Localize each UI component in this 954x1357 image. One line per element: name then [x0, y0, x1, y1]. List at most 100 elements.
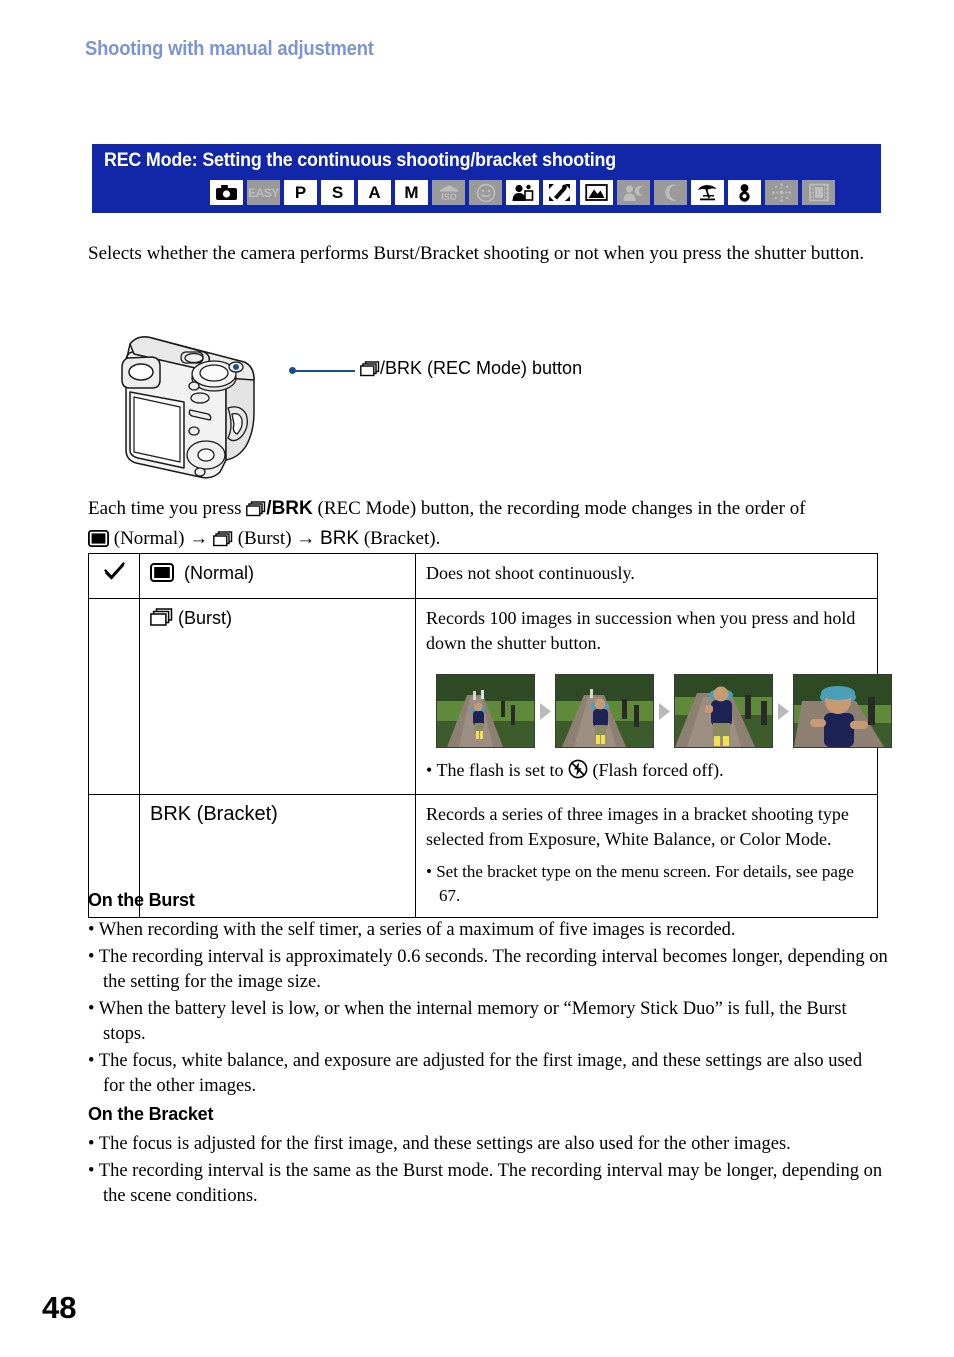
- mode-chip-aperture-priority: A: [358, 180, 391, 205]
- mode-icon-strip: EASY P S A M ISO: [210, 180, 835, 205]
- table-row: BRK (Bracket) Records a series of three …: [88, 794, 878, 918]
- burst-photo-3: [674, 674, 773, 748]
- row-checkmark-cell: [88, 598, 140, 795]
- burst-stack-icon: [213, 528, 233, 555]
- burst-flash-note-prefix: • The flash is set to: [426, 760, 568, 780]
- mode-chip-smile-shutter: [469, 180, 502, 205]
- banner-title: REC Mode: Setting the continuous shootin…: [104, 150, 616, 171]
- snowman-icon: [739, 184, 750, 202]
- normal-mode-label-wrap: (Normal): [150, 563, 254, 583]
- mode-chip-shutter-priority: S: [321, 180, 354, 205]
- section-heading-on-the-burst: On the Burst: [88, 890, 195, 910]
- mode-chip-easy-label: EASY: [248, 185, 279, 200]
- list-item: • The focus, white balance, and exposure…: [88, 1051, 863, 1096]
- list-item: • When the battery level is low, or when…: [88, 999, 847, 1044]
- section-list-on-the-bracket: • The focus is adjusted for the first im…: [88, 1132, 888, 1211]
- intro-paragraph: Selects whether the camera performs Burs…: [88, 243, 865, 264]
- mode-chip-soft-snap: [506, 180, 539, 205]
- arrow-right-icon: [658, 702, 670, 720]
- mode-chip-beach: [691, 180, 724, 205]
- callout-leader-line: [293, 370, 355, 372]
- burst-description-text: Records 100 images in succession when yo…: [426, 608, 856, 653]
- order-burst-text: (Burst): [232, 528, 297, 549]
- mode-chip-twilight: [654, 180, 687, 205]
- list-item: • The recording interval is the same as …: [88, 1161, 883, 1206]
- callout-label: /BRK (REC Mode) button: [360, 358, 582, 382]
- order-brk-text: /BRK: [266, 498, 313, 519]
- portrait-icon: [512, 184, 534, 201]
- burst-stack-icon: [246, 498, 266, 525]
- page-number: 48: [42, 1290, 77, 1325]
- mode-chip-shutter-priority-label: S: [331, 183, 344, 202]
- sequence-arrow: [654, 702, 674, 721]
- order-normal-text: (Normal): [109, 528, 185, 549]
- row-checkmark-cell: [88, 553, 140, 599]
- table-row: (Normal) Does not shoot continuously.: [88, 553, 878, 599]
- sports-icon: [549, 184, 570, 201]
- burst-photo-sequence: [436, 674, 892, 748]
- moon-icon: [664, 184, 677, 201]
- burst-flash-note-suffix: (Flash forced off).: [587, 760, 724, 780]
- mode-chip-auto-camera: [210, 180, 243, 205]
- burst-photo-2: [555, 674, 654, 748]
- mode-chip-movie: [802, 180, 835, 205]
- list-item: • The recording interval is approximatel…: [88, 947, 888, 992]
- section-banner: REC Mode: Setting the continuous shootin…: [92, 144, 881, 213]
- iso-icon: ISO: [439, 185, 458, 202]
- mode-chip-program-label: P: [294, 183, 307, 202]
- page-running-head: Shooting with manual adjustment: [85, 38, 374, 60]
- callout-label-text: /BRK (REC Mode) button: [380, 358, 583, 378]
- sequence-arrow: [773, 702, 793, 721]
- mode-chip-manual-label: M: [404, 183, 419, 202]
- sequence-arrow: [535, 702, 555, 721]
- normal-mode-label: (Normal): [184, 563, 255, 583]
- svg-text:ISO: ISO: [441, 192, 457, 202]
- mode-order-paragraph: Each time you press /BRK (REC Mode) butt…: [87, 495, 888, 555]
- order-bracket-text: BRK: [320, 528, 360, 549]
- order-lead-text: Each time you press: [88, 498, 247, 519]
- order-mid-text: (REC Mode) button, the recording mode ch…: [312, 498, 806, 519]
- camera-illustration: [121, 336, 255, 479]
- table-row: (Burst) Records 100 images in succession…: [88, 598, 892, 795]
- camera-icon: [216, 185, 237, 200]
- burst-photo-1: [436, 674, 535, 748]
- row-description-cell: Records a series of three images in a br…: [415, 794, 878, 918]
- row-mode-cell: (Burst): [139, 598, 416, 795]
- mode-chip-landscape: [580, 180, 613, 205]
- section-heading-on-the-bracket: On the Bracket: [88, 1104, 214, 1124]
- callout-anchor-dot: [289, 367, 296, 374]
- mode-chip-program: P: [284, 180, 317, 205]
- order-arrow-1: →: [189, 528, 209, 549]
- bracket-bullet-1: • Set the bracket type on the menu scree…: [426, 862, 854, 905]
- mode-chip-twilight-portrait: [617, 180, 650, 205]
- burst-mode-label: (Burst): [178, 608, 233, 628]
- burst-mode-label-wrap: (Burst): [150, 608, 232, 628]
- fireworks-icon: [772, 183, 791, 202]
- mode-chip-easy: EASY: [247, 180, 280, 205]
- burst-stack-icon: [150, 608, 173, 634]
- bracket-description-text: Records a series of three images in a br…: [426, 804, 849, 849]
- arrow-right-icon: [539, 702, 551, 720]
- landscape-icon: [585, 184, 608, 201]
- mode-chip-manual: M: [395, 180, 428, 205]
- row-description-cell: Records 100 images in succession when yo…: [415, 598, 892, 795]
- bracket-mode-label: BRK (Bracket): [150, 803, 278, 825]
- twilight-portrait-icon: [623, 185, 643, 201]
- mode-chip-snow: [728, 180, 761, 205]
- smile-icon: [476, 183, 495, 202]
- burst-flash-note: • The flash is set to (Flash forced off)…: [426, 758, 867, 785]
- mode-chip-high-sensitivity: ISO: [432, 180, 465, 205]
- normal-frame-icon: [87, 528, 110, 555]
- order-arrow-2: →: [296, 528, 316, 549]
- beach-icon: [698, 185, 717, 201]
- mode-chip-fireworks: [765, 180, 798, 205]
- mode-chip-aperture-priority-label: A: [368, 183, 381, 202]
- burst-stack-icon: [360, 361, 380, 382]
- check-icon: [103, 562, 125, 580]
- order-bracket-tail: (Bracket).: [359, 528, 441, 549]
- flash-off-icon: [568, 759, 588, 785]
- normal-frame-icon: [150, 563, 174, 589]
- film-icon: [808, 183, 829, 202]
- arrow-right-icon: [777, 702, 789, 720]
- section-list-on-the-burst: • When recording with the self timer, a …: [88, 918, 888, 1101]
